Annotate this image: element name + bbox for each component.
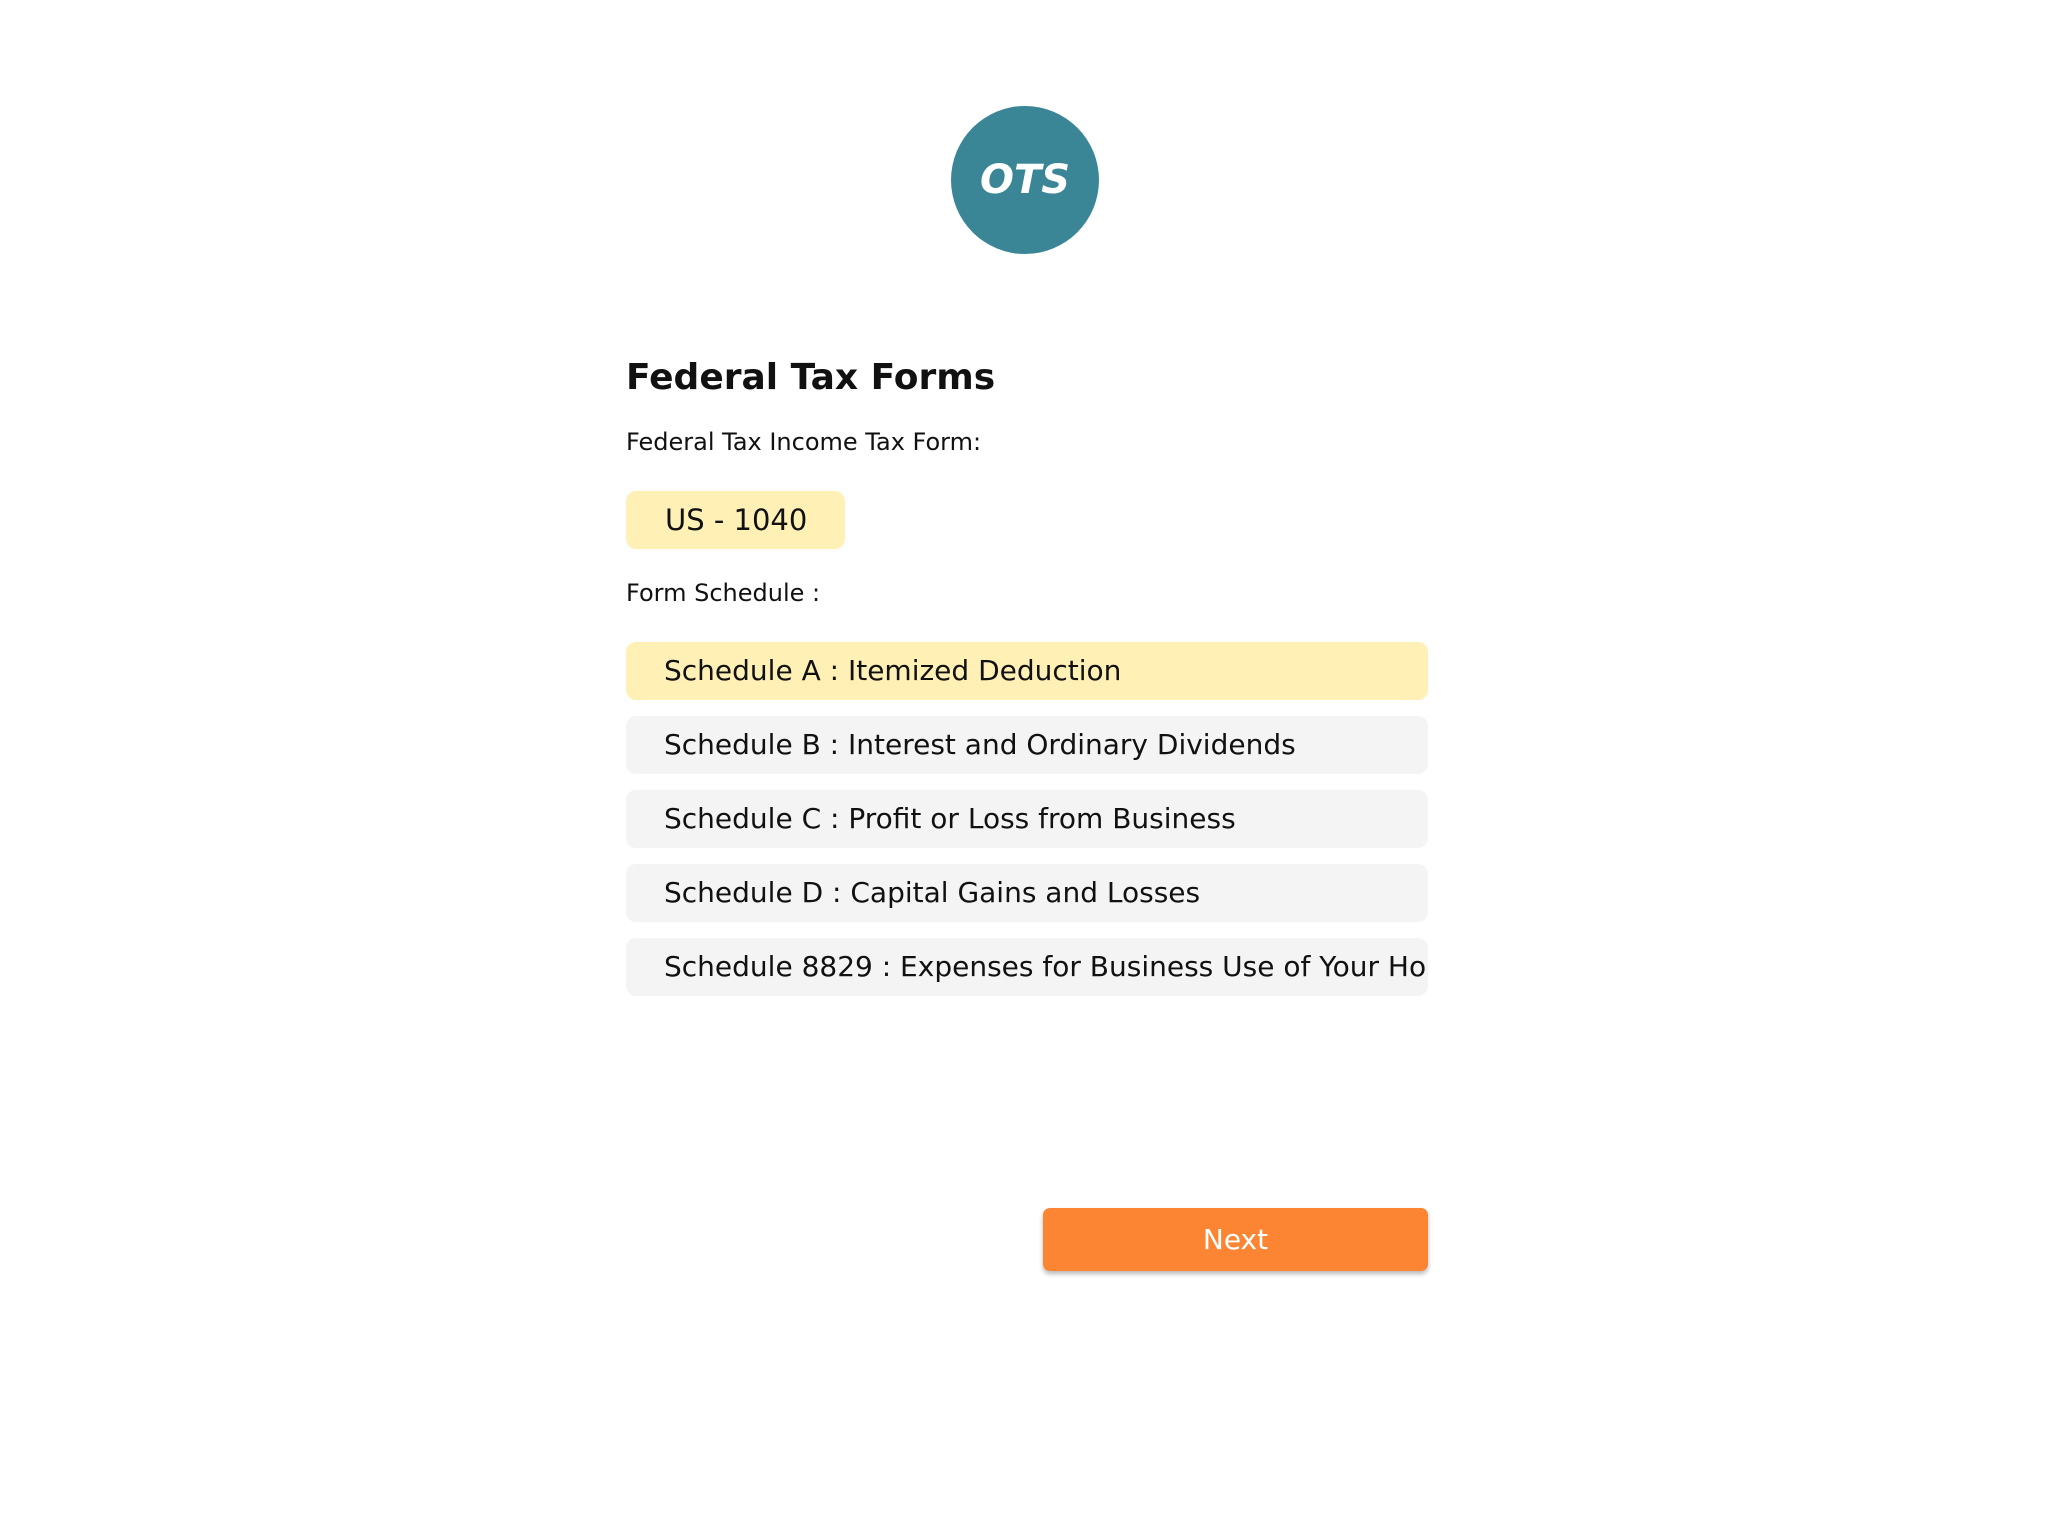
page-title: Federal Tax Forms	[626, 357, 996, 398]
form-schedule-label: Form Schedule :	[626, 579, 821, 607]
logo-text: OTS	[979, 157, 1071, 203]
ots-logo: OTS	[951, 106, 1099, 254]
schedule-b-option[interactable]: Schedule B : Interest and Ordinary Divid…	[626, 716, 1428, 774]
next-button[interactable]: Next	[1043, 1208, 1428, 1271]
schedule-a-option[interactable]: Schedule A : Itemized Deduction	[626, 642, 1428, 700]
income-tax-form-label: Federal Tax Income Tax Form:	[626, 428, 982, 456]
schedule-d-option[interactable]: Schedule D : Capital Gains and Losses	[626, 864, 1428, 922]
schedule-list: Schedule A : Itemized Deduction Schedule…	[626, 642, 1428, 1012]
form-us-1040-option[interactable]: US - 1040	[626, 491, 845, 549]
schedule-8829-option[interactable]: Schedule 8829 : Expenses for Business Us…	[626, 938, 1428, 996]
schedule-c-option[interactable]: Schedule C : Profit or Loss from Busines…	[626, 790, 1428, 848]
